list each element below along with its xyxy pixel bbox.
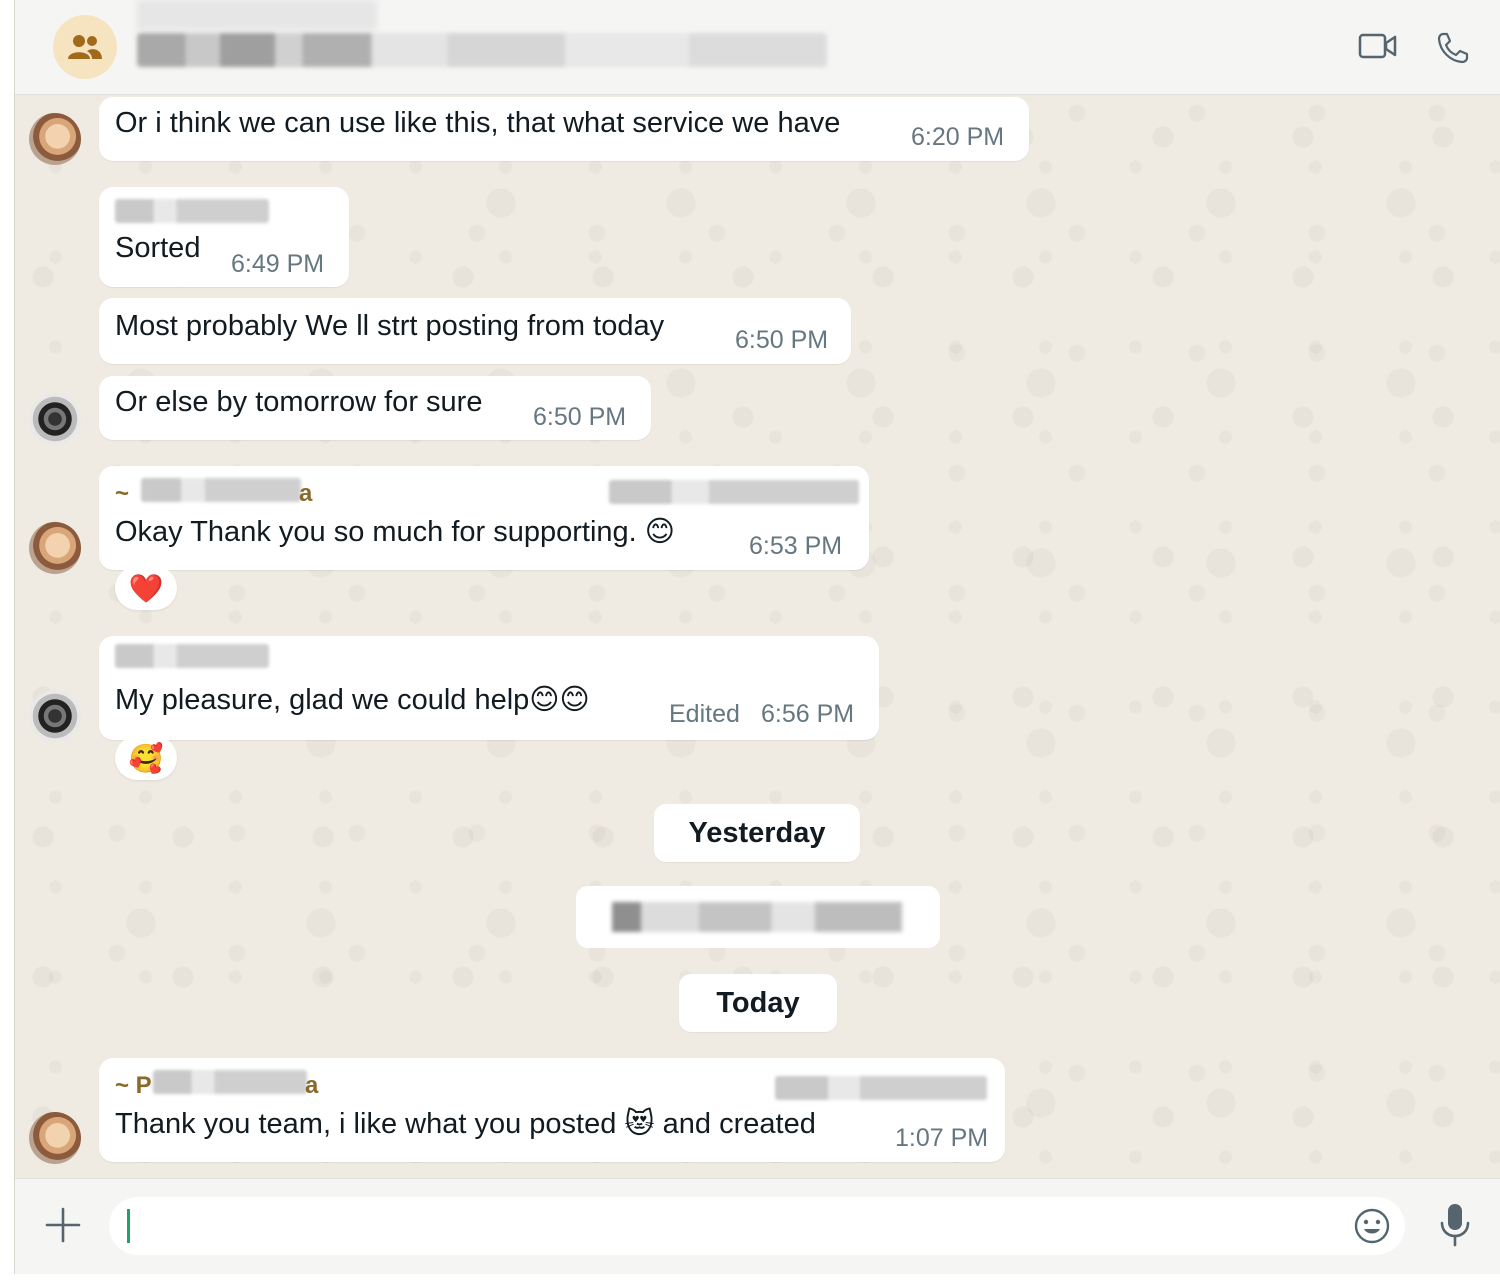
sender-name-prefix: ~ P [115,1072,152,1099]
message-time: 1:07 PM [895,1124,989,1152]
message-time: 6:56 PM [761,700,855,728]
text-caret [127,1209,130,1243]
message-time: 6:50 PM [735,326,829,354]
message-text: Or i think we can use like this, that wh… [115,107,841,139]
message-bubble[interactable]: Or i think we can use like this, that wh… [99,97,1029,161]
sender-avatar[interactable] [29,1112,81,1164]
sender-name-suffix: a [299,480,313,507]
message-input[interactable] [109,1197,1405,1255]
edited-label: Edited [669,700,740,728]
message-text: Or else by tomorrow for sure [115,386,483,418]
sender-name-blurred [153,1070,307,1094]
group-icon [68,35,102,59]
message-bubble[interactable]: Or else by tomorrow for sure 6:50 PM [99,376,651,440]
emoji-icon[interactable] [1353,1207,1391,1245]
message-time: 6:49 PM [231,250,325,278]
chat-header [15,0,1500,95]
system-message [576,886,940,948]
message-text: Most probably We ll strt posting from to… [115,310,665,342]
sender-avatar[interactable] [29,113,81,165]
sender-name-blurred [115,644,269,668]
message-text: Thank you team, i like what you posted 😻… [115,1108,816,1140]
group-avatar[interactable] [53,15,117,79]
message-time: 6:20 PM [911,123,1005,151]
message-bubble[interactable]: ~ P a Thank you team, i like what you po… [99,1058,1005,1162]
message-text: Sorted [115,232,201,264]
date-separator-yesterday: Yesterday [654,804,860,862]
sender-avatar[interactable] [29,690,81,742]
microphone-icon[interactable] [1435,1201,1475,1249]
header-blurred-area [137,0,377,30]
message-reaction[interactable]: ❤️ [115,566,177,610]
sender-phone-blurred [775,1076,987,1100]
system-message-blurred [612,902,902,932]
message-composer [15,1178,1500,1274]
phone-icon[interactable] [1435,30,1471,66]
plus-icon[interactable] [43,1205,83,1245]
sender-avatar[interactable] [29,393,81,445]
chat-window: Or i think we can use like this, that wh… [14,0,1500,1274]
date-separator-today: Today [679,974,837,1032]
message-time: 6:50 PM [533,403,627,431]
message-bubble[interactable]: Most probably We ll strt posting from to… [99,298,851,364]
sender-phone-blurred [609,480,859,504]
message-text: Okay Thank you so much for supporting. 😊 [115,516,676,548]
message-bubble[interactable]: ~ a Okay Thank you so much for supportin… [99,466,869,570]
message-bubble[interactable]: My pleasure, glad we could help😊😊 Edited… [99,636,879,740]
sender-name-prefix: ~ [115,480,130,507]
sender-name-blurred [141,478,301,502]
sender-name-blurred [115,199,269,223]
sender-name-suffix: a [305,1072,319,1099]
group-name-blurred[interactable] [137,33,827,67]
sender-avatar[interactable] [29,522,81,574]
message-reaction[interactable]: 🥰 [115,736,177,780]
message-text: My pleasure, glad we could help😊😊 [115,684,590,716]
message-bubble[interactable]: Sorted 6:49 PM [99,187,349,287]
message-time: 6:53 PM [749,532,843,560]
video-camera-icon[interactable] [1357,30,1399,62]
